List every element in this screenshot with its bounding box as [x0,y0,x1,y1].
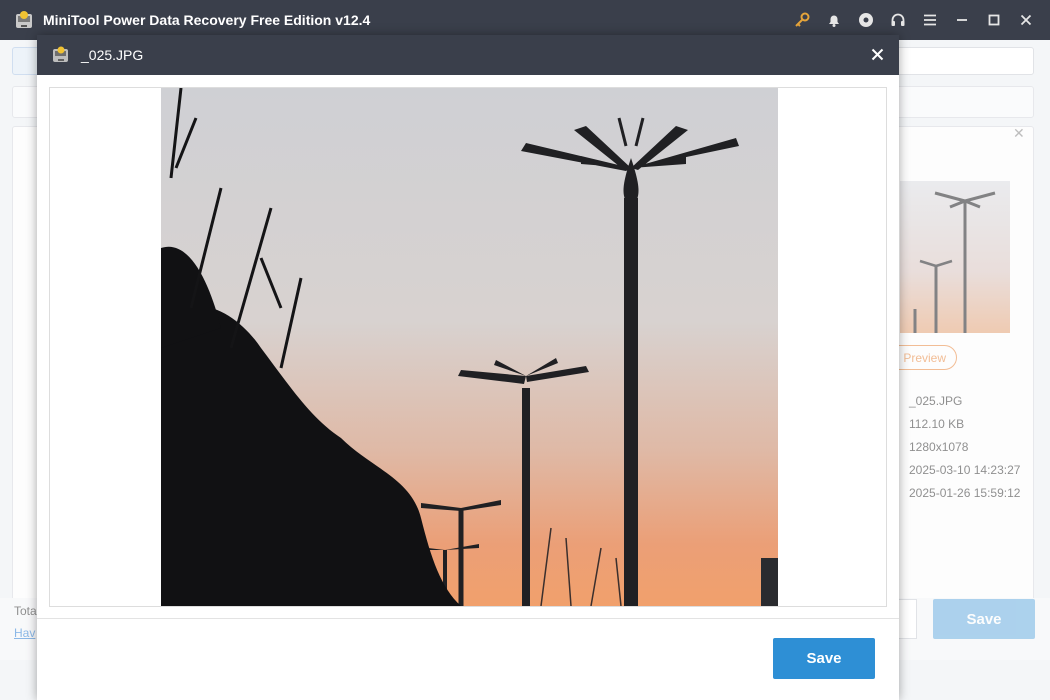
preview-area [50,88,886,606]
minimize-icon[interactable] [946,0,978,40]
bell-icon[interactable] [818,0,850,40]
headset-icon[interactable] [882,0,914,40]
maximize-icon[interactable] [978,0,1010,40]
image-file-icon [53,46,68,62]
close-icon[interactable] [1010,0,1042,40]
preview-image [161,88,778,606]
dialog-close-icon[interactable] [867,44,887,64]
disc-icon[interactable] [850,0,882,40]
dialog-divider [37,618,899,619]
app-logo-icon [16,11,32,28]
dialog-header: _025.JPG [37,35,899,75]
preview-frame [49,87,887,607]
key-icon[interactable] [786,0,818,40]
title-bar: MiniTool Power Data Recovery Free Editio… [0,0,1050,40]
app-title: MiniTool Power Data Recovery Free Editio… [43,12,371,28]
menu-icon[interactable] [914,0,946,40]
preview-dialog: _025.JPG Save [37,35,899,700]
dialog-title: _025.JPG [81,47,144,63]
save-button[interactable]: Save [773,638,875,679]
